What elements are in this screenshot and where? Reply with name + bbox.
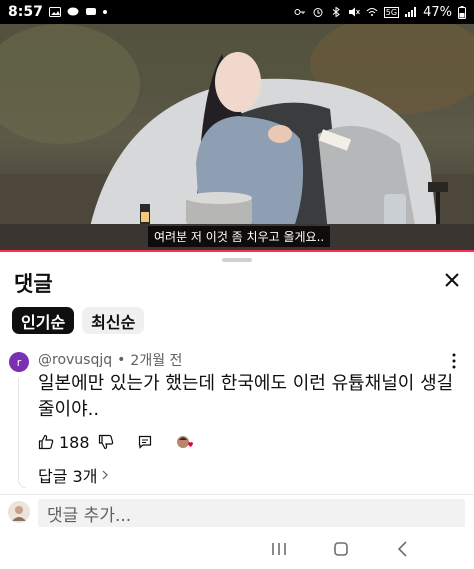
add-comment-input[interactable]: 댓글 추가... [38, 499, 465, 527]
mute-icon [348, 7, 360, 17]
sort-chip-newest[interactable]: 최신순 [82, 307, 145, 334]
replies-button[interactable]: 답글 3개 [38, 463, 109, 487]
comment-time: 2개월 전 [130, 353, 183, 369]
key-icon [294, 9, 305, 15]
message-notification-icon [85, 8, 96, 15]
creator-heart-icon [176, 434, 194, 450]
wifi-calling-icon [366, 8, 378, 16]
like-count: 188 [59, 432, 90, 452]
battery-icon [458, 5, 466, 19]
video-frame [0, 24, 474, 252]
sort-chip-top[interactable]: 인기순 [12, 307, 75, 334]
network-type: 5G [383, 6, 400, 18]
video-player[interactable]: 여려분 저 이것 좀 치우고 올게요.. [0, 24, 474, 252]
add-comment-bar: 댓글 추가... [0, 494, 474, 534]
chat-notification-icon [67, 7, 79, 16]
comment-text: 일본에만 있는가 했는데 한국에도 이런 유튭채널이 생길줄이야.. [38, 373, 454, 420]
home-icon[interactable] [330, 539, 352, 559]
comment-author[interactable]: @rovusqjq [38, 352, 112, 368]
battery-percent: 47% [423, 4, 452, 20]
thumb-up-icon [38, 434, 54, 450]
close-icon[interactable] [442, 270, 462, 290]
comments-title: 댓글 [14, 272, 53, 296]
more-vert-icon[interactable] [448, 352, 460, 370]
image-notification-icon [48, 7, 61, 17]
back-icon[interactable] [392, 539, 414, 559]
recent-apps-icon[interactable] [268, 539, 290, 559]
alarm-icon [313, 8, 323, 17]
video-subtitle: 여려분 저 이것 좀 치우고 올게요.. [148, 226, 331, 247]
comment-meta: @rovusqjq • 2개월 전 [38, 350, 182, 370]
comment-item: r @rovusqjq • 2개월 전 일본에만 있는가 했는데 한국에도 이런… [0, 344, 474, 492]
notification-dot-icon [102, 10, 107, 14]
signal-icon [405, 7, 417, 17]
avatar[interactable]: r [9, 352, 29, 372]
replies-label: 답글 3개 [38, 467, 98, 486]
comment-actions: 188 [38, 431, 194, 453]
thumb-down-icon[interactable] [98, 434, 114, 450]
bluetooth-icon [332, 7, 340, 17]
meta-separator: • [117, 352, 126, 368]
chevron-right-icon [103, 470, 109, 480]
system-navigation-bar [0, 530, 474, 569]
drag-handle[interactable] [222, 258, 252, 262]
avatar [8, 501, 30, 523]
comment-icon[interactable] [138, 435, 152, 449]
sort-chips: 인기순 최신순 [12, 307, 145, 334]
status-time: 8:57 [8, 4, 43, 20]
thread-line [18, 378, 26, 488]
comments-sheet: 댓글 인기순 최신순 r @rovusqjq • 2개월 전 일본에만 있는가 … [0, 252, 474, 569]
like-button[interactable]: 188 [38, 433, 90, 452]
status-bar: 8:57 5G 47% [0, 0, 474, 24]
